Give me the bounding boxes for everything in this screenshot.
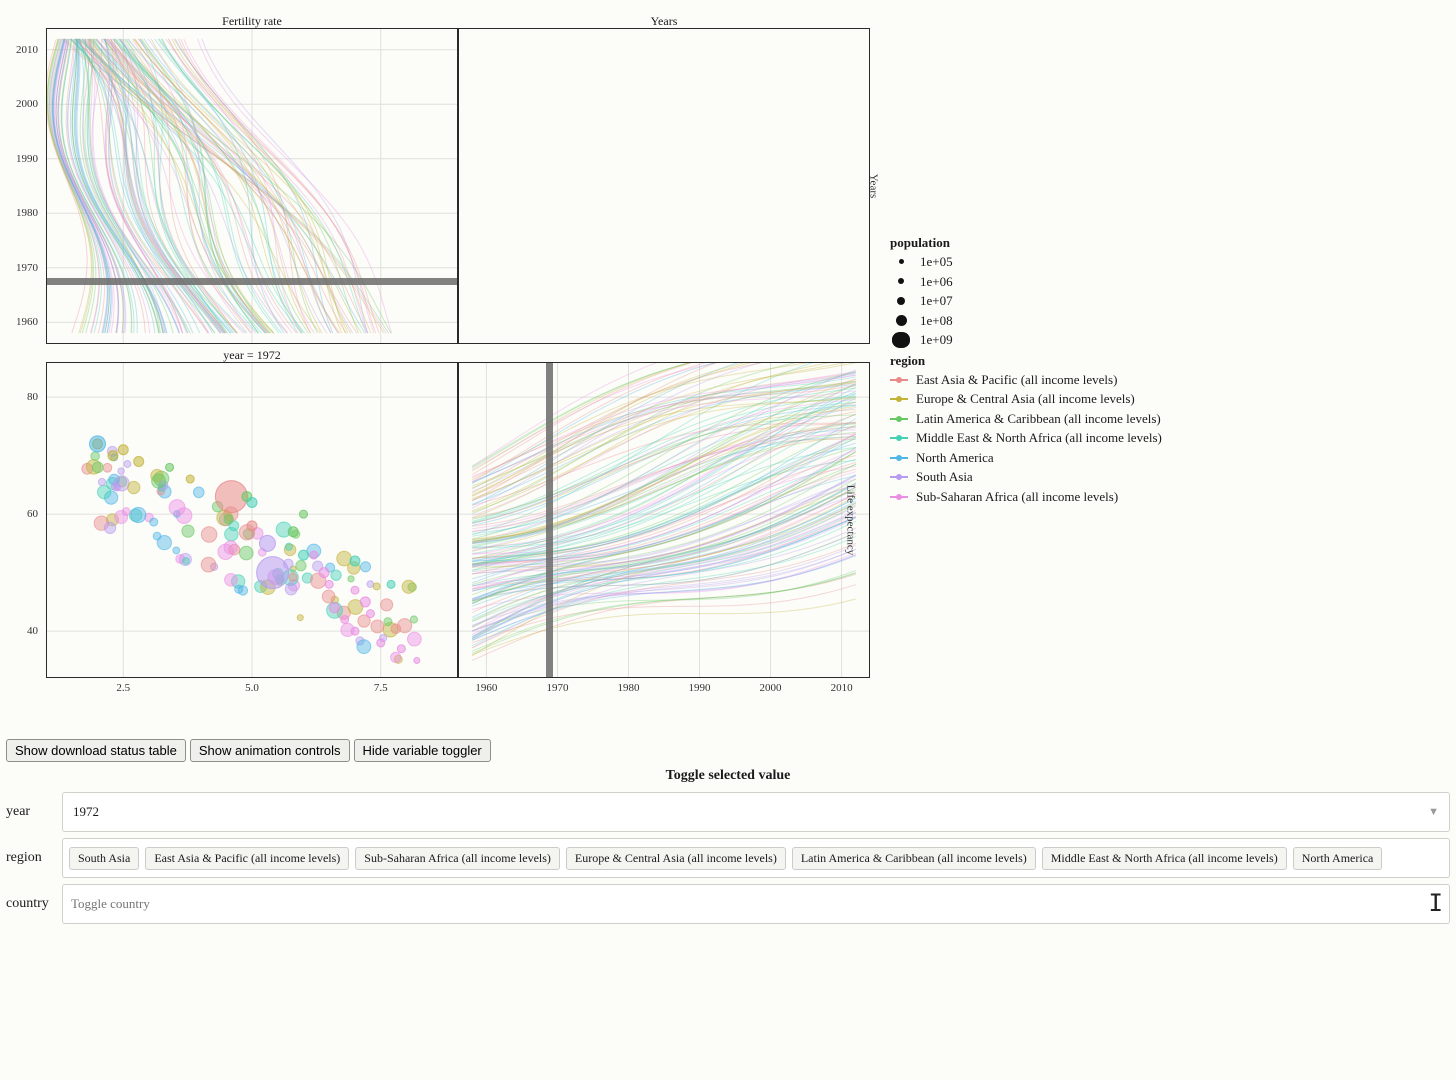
size-dot-icon — [896, 315, 907, 326]
size-dot-icon — [897, 297, 905, 305]
legend-region-label: North America — [916, 449, 994, 467]
region-swatch-icon — [890, 414, 908, 424]
region-chip[interactable]: East Asia & Pacific (all income levels) — [145, 847, 349, 870]
x-axis-ticks-fertility: 2.5 5.0 7.5 — [46, 682, 458, 700]
tick-label: 7.5 — [374, 682, 388, 694]
tick-label: 1970 — [546, 682, 568, 694]
region-multiselect[interactable]: South Asia East Asia & Pacific (all incom… — [62, 838, 1450, 878]
legend-region-item[interactable]: Middle East & North Africa (all income l… — [890, 429, 1190, 447]
legend-size-label: 1e+09 — [920, 331, 953, 349]
y-axis-ticks-bottom: 40 60 80 — [6, 362, 42, 678]
year-guide-vertical[interactable] — [546, 362, 553, 678]
facet-title: Fertility rate — [46, 14, 458, 29]
tick-label: 80 — [27, 391, 38, 403]
row-strip-label: Years — [868, 174, 880, 199]
legend-region-label: Europe & Central Asia (all income levels… — [916, 390, 1135, 408]
legend-size-label: 1e+08 — [920, 312, 953, 330]
legend-region-label: East Asia & Pacific (all income levels) — [916, 371, 1117, 389]
tick-label: 1970 — [16, 262, 38, 274]
y-axis-ticks-top: 1960 1970 1980 1990 2000 2010 — [6, 28, 42, 344]
hide-variable-toggler-button[interactable]: Hide variable toggler — [354, 739, 491, 762]
year-select[interactable]: 1972 ▼ — [62, 792, 1450, 832]
tick-label: 1980 — [16, 207, 38, 219]
show-download-status-button[interactable]: Show download status table — [6, 739, 186, 762]
legend-region-item[interactable]: Latin America & Caribbean (all income le… — [890, 410, 1190, 428]
region-swatch-icon — [890, 492, 908, 502]
legend-size-label: 1e+06 — [920, 273, 953, 291]
tick-label: 1960 — [475, 682, 497, 694]
facet-years-vs-years[interactable]: Years Years — [458, 28, 870, 344]
tick-label: 1990 — [689, 682, 711, 694]
region-swatch-icon — [890, 394, 908, 404]
legend: population 1e+05 1e+061e+07 1e+081e+09 reg… — [890, 6, 1190, 721]
year-label: year — [6, 804, 52, 820]
section-title: Toggle selected value — [6, 768, 1450, 784]
legend-region-item[interactable]: North America — [890, 449, 1190, 467]
region-chip[interactable]: Sub-Saharan Africa (all income levels) — [355, 847, 560, 870]
row-strip-label: Life expectancy — [845, 485, 857, 556]
tick-label: 2000 — [760, 682, 782, 694]
year-guide-horizontal[interactable] — [46, 278, 458, 285]
tick-label: 1990 — [16, 153, 38, 165]
region-chip[interactable]: Europe & Central Asia (all income levels… — [566, 847, 786, 870]
show-animation-controls-button[interactable]: Show animation controls — [190, 739, 350, 762]
legend-region-label: Latin America & Caribbean (all income le… — [916, 410, 1161, 428]
facet-fertility-vs-years[interactable]: Fertility rate — [46, 28, 458, 344]
facet-title: Years — [458, 14, 870, 29]
x-axis-ticks-years: 1960 1970 1980 1990 2000 2010 — [458, 682, 870, 700]
region-chip[interactable]: Middle East & North Africa (all income l… — [1042, 847, 1287, 870]
region-swatch-icon — [890, 453, 908, 463]
tick-label: 2010 — [16, 44, 38, 56]
legend-size-label: 1e+05 — [920, 253, 953, 271]
size-dot-icon — [898, 278, 904, 284]
tick-label: 2010 — [831, 682, 853, 694]
legend-region-label: Middle East & North Africa (all income l… — [916, 429, 1162, 447]
region-chip[interactable]: Latin America & Caribbean (all income le… — [792, 847, 1036, 870]
region-chip[interactable]: North America — [1293, 847, 1383, 870]
facet-scatter-year-1972[interactable]: year = 1972 — [46, 362, 458, 678]
region-swatch-icon — [890, 472, 908, 482]
country-input[interactable] — [69, 895, 1423, 913]
legend-region-heading: region — [890, 353, 1190, 369]
tick-label: 5.0 — [245, 682, 259, 694]
size-dot-icon — [899, 259, 904, 264]
legend-region-item[interactable]: Sub-Saharan Africa (all income levels) — [890, 488, 1190, 506]
region-swatch-icon — [890, 433, 908, 443]
country-multiselect[interactable]: I — [62, 884, 1450, 924]
legend-region-label: South Asia — [916, 468, 973, 486]
legend-size-item: 1e+06 — [890, 273, 1190, 291]
chevron-down-icon: ▼ — [1428, 806, 1439, 818]
legend-region-item[interactable]: South Asia — [890, 468, 1190, 486]
tick-label: 40 — [27, 625, 38, 637]
facet-lifeexp-vs-years[interactable]: Life expectancy — [458, 362, 870, 678]
legend-size-item: 1e+07 — [890, 292, 1190, 310]
legend-population-heading: population — [890, 235, 1190, 251]
legend-region-item[interactable]: Europe & Central Asia (all income levels… — [890, 390, 1190, 408]
legend-size-label: 1e+07 — [920, 292, 953, 310]
tick-label: 2.5 — [116, 682, 130, 694]
region-chip[interactable]: South Asia — [69, 847, 139, 870]
chart-facet-grid: Fertility rate Years Years year = 1972 — [6, 6, 876, 721]
tick-label: 1960 — [16, 316, 38, 328]
tick-label: 60 — [27, 508, 38, 520]
legend-size-item: 1e+09 — [890, 331, 1190, 349]
toolbar: Show download status table Show animatio… — [6, 739, 1450, 762]
legend-region-label: Sub-Saharan Africa (all income levels) — [916, 488, 1118, 506]
legend-region-item[interactable]: East Asia & Pacific (all income levels) — [890, 371, 1190, 389]
region-label: region — [6, 850, 52, 866]
region-swatch-icon — [890, 375, 908, 385]
legend-size-item: 1e+08 — [890, 312, 1190, 330]
year-select-value: 1972 — [73, 804, 99, 820]
legend-size-item: 1e+05 — [890, 253, 1190, 271]
tick-label: 1980 — [617, 682, 639, 694]
tick-label: 2000 — [16, 98, 38, 110]
facet-title: year = 1972 — [46, 348, 458, 363]
size-dot-icon — [892, 332, 910, 348]
country-label: country — [6, 896, 52, 912]
